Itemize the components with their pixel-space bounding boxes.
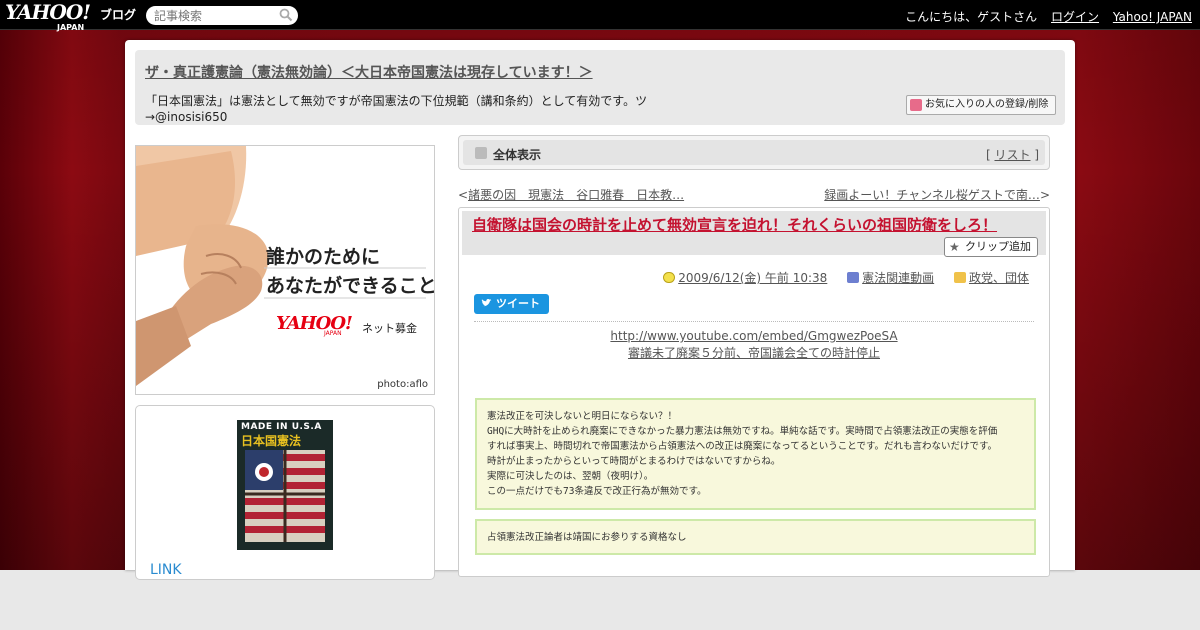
yahoo-logo[interactable]: YAHOO! JAPAN: [5, 2, 91, 32]
folder-icon: [953, 272, 966, 283]
article-date-link[interactable]: 2009/6/12(金) 午前 10:38: [678, 271, 827, 285]
chevron-right-icon: [475, 147, 487, 159]
article-meta: 2009/6/12(金) 午前 10:38 憲法関連動画 政党、団体: [647, 269, 1029, 286]
blog-container: ザ・真正護憲論（憲法無効論）＜大日本帝国憲法は現存しています！＞ 「日本国憲法」…: [125, 40, 1075, 580]
yahoo-japan-link[interactable]: Yahoo! JAPAN: [1113, 10, 1192, 24]
twitter-bird-icon: [481, 299, 492, 307]
login-link[interactable]: ログイン: [1051, 10, 1099, 24]
ad-photo-credit: photo:aflo: [377, 379, 428, 390]
blog-service-label[interactable]: ブログ: [100, 6, 136, 23]
greeting-text: こんにちは、ゲストさん: [905, 10, 1038, 24]
donation-ad-banner[interactable]: 誰かのために あなたができること YAHOO! JAPAN ネット募金 phot…: [135, 145, 435, 395]
article-category-link[interactable]: 憲法関連動画: [862, 271, 934, 285]
quote-line: すれば事実上、時間切れで帝国憲法から占領憲法への改正は廃案になってるということで…: [487, 441, 998, 452]
next-mark: >: [1039, 188, 1050, 202]
sidebar-book-box: MADE IN U.S.A 日本国憲法 LINK: [135, 405, 435, 580]
favorite-register-button[interactable]: お気に入りの人の登録/削除: [906, 95, 1056, 115]
prev-article-link[interactable]: 諸悪の因 現憲法 谷口雅春 日本教…: [468, 188, 684, 202]
article-title[interactable]: 自衛隊は国会の時計を止めて無効宣言を迫れ！それくらいの祖国防衛をしろ！: [472, 214, 997, 235]
quote-box-1: 憲法改正を可決しないと明日にならない？！ GHQに大時計を止められ廃案にできなか…: [475, 398, 1036, 510]
quote-box-2: 占領憲法改正論者は靖国にお参りする資格なし: [475, 519, 1036, 555]
clock-icon: [663, 272, 676, 283]
video-embed: http://www.youtube.com/embed/GmgwezPoeSA…: [459, 328, 1049, 362]
favorite-register-label: お気に入りの人の登録/削除: [925, 99, 1049, 110]
quote-line: GHQに大時計を止められ廃案にできなかった暴力憲法は無効ですね。単純な話です。実…: [487, 426, 998, 437]
clip-add-label: クリップ追加: [965, 240, 1031, 253]
heart-icon: [910, 99, 922, 111]
ad-headline-2: あなたができること: [266, 275, 435, 297]
ad-yahoo-logo-japan: JAPAN: [324, 330, 342, 337]
book-cover-top-text: MADE IN U.S.A: [241, 422, 322, 432]
user-menu: こんにちは、ゲストさん ログイン Yahoo! JAPAN: [905, 8, 1192, 25]
quote-line: 実際に可決したのは、翌朝（夜明け）。: [487, 471, 654, 482]
clip-add-button[interactable]: ★ クリップ追加: [944, 237, 1038, 257]
divider: [474, 321, 1034, 322]
quote-line: この一点だけでも73条違反で改正行為が無効です。: [487, 486, 707, 497]
blog-description: 「日本国憲法」は憲法として無効ですが帝国憲法の下位規範（講和条約）として有効です…: [145, 94, 648, 124]
list-bracket-close: ]: [1030, 148, 1039, 162]
book-icon: [847, 272, 860, 283]
video-caption-link[interactable]: 審議未了廃案５分前、帝国議会全ての時計停止: [459, 345, 1049, 362]
list-view-toggle: [ リスト ]: [986, 146, 1039, 163]
search-icon[interactable]: [279, 8, 293, 22]
article: 自衛隊は国会の時計を止めて無効宣言を迫れ！それくらいの祖国防衛をしろ！ ★ クリ…: [458, 207, 1050, 577]
next-article: 録画よーい！チャンネル桜ゲストで南…>: [824, 186, 1050, 203]
book-cover-title: 日本国憲法: [241, 434, 302, 448]
prev-article: <諸悪の因 現憲法 谷口雅春 日本教…: [458, 186, 684, 203]
top-bar: YAHOO! JAPAN ブログ こんにちは、ゲストさん ログイン Yahoo!…: [0, 0, 1200, 32]
view-nav-bar: 全体表示 [ リスト ]: [458, 135, 1050, 170]
blog-header: ザ・真正護憲論（憲法無効論）＜大日本帝国憲法は現存しています！＞ 「日本国憲法」…: [135, 50, 1065, 125]
star-icon: ★: [949, 240, 960, 254]
article-header: 自衛隊は国会の時計を止めて無効宣言を迫れ！それくらいの祖国防衛をしろ！ ★ クリ…: [462, 211, 1046, 257]
quote-line: 憲法改正を可決しないと明日にならない？！: [487, 411, 678, 422]
view-all-label[interactable]: 全体表示: [493, 146, 541, 163]
tweet-label: ツイート: [496, 297, 540, 310]
next-article-link[interactable]: 録画よーい！チャンネル桜ゲストで南…: [824, 188, 1040, 202]
quote-line: 占領憲法改正論者は靖国にお参りする資格なし: [487, 532, 687, 543]
yahoo-logo-japan: JAPAN: [57, 23, 85, 32]
tweet-button[interactable]: ツイート: [474, 294, 549, 314]
article-folder-link[interactable]: 政党、団体: [969, 271, 1029, 285]
ad-service-name: ネット募金: [362, 322, 417, 335]
ad-headline-1: 誰かのために: [266, 246, 381, 268]
blog-title[interactable]: ザ・真正護憲論（憲法無効論）＜大日本帝国憲法は現存しています！＞: [145, 62, 593, 82]
video-url-link[interactable]: http://www.youtube.com/embed/GmgwezPoeSA: [459, 328, 1049, 345]
book-cover-image[interactable]: MADE IN U.S.A 日本国憲法: [237, 420, 333, 550]
view-nav-inner: [463, 140, 1045, 165]
search-input[interactable]: [146, 6, 298, 25]
quote-line: 時計が止まったからといって時間がとまるわけではないですからね。: [487, 456, 781, 467]
sidebar-link-heading[interactable]: LINK: [150, 562, 182, 578]
list-view-link[interactable]: リスト: [994, 148, 1030, 162]
prev-mark: <: [458, 188, 469, 202]
